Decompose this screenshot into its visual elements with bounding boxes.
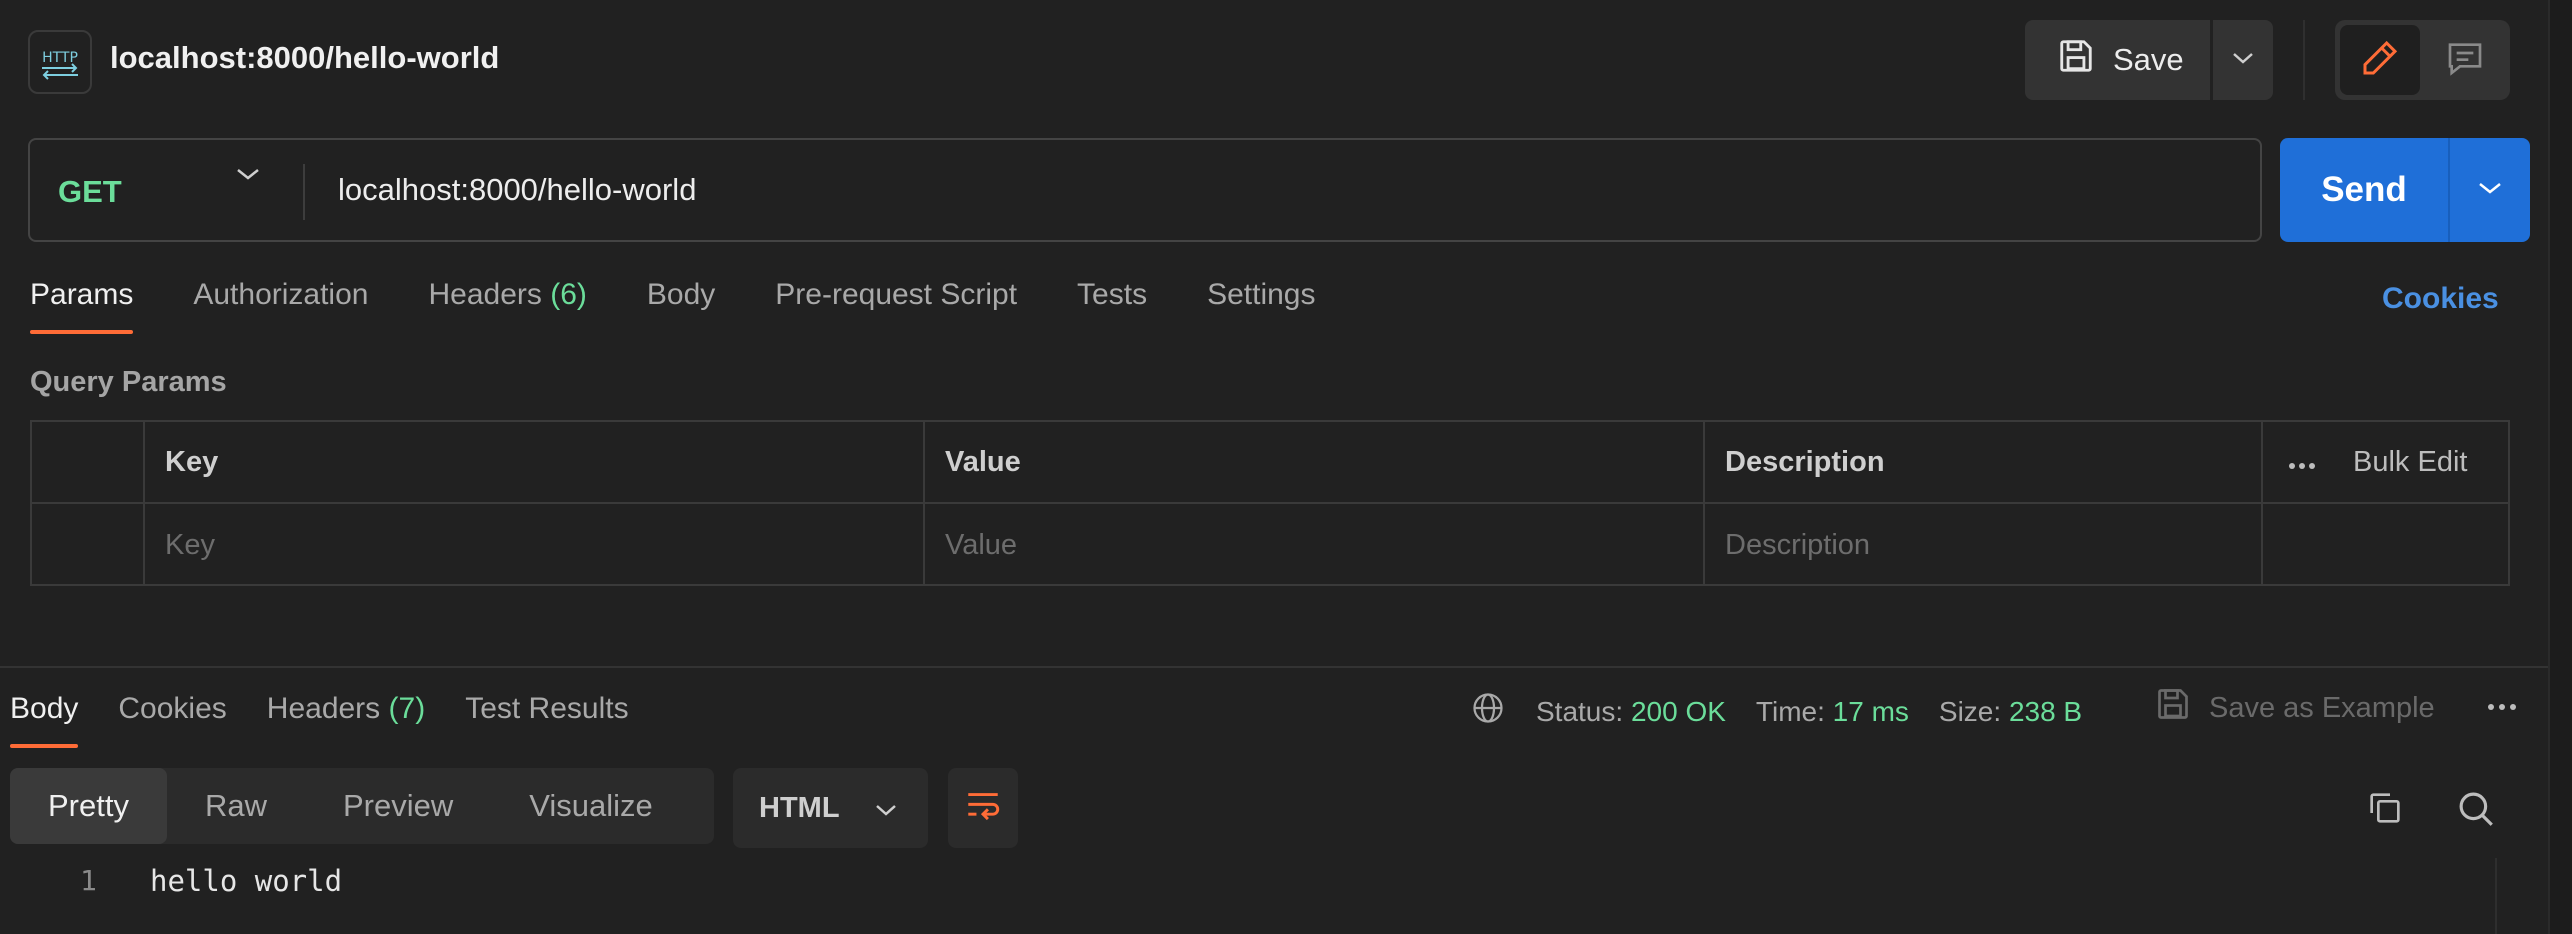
status-info[interactable]: Status: 200 OK — [1536, 696, 1726, 728]
table-actions: Bulk Edit — [2263, 422, 2508, 502]
headers-count: (6) — [550, 278, 587, 311]
cookies-link[interactable]: Cookies — [2382, 282, 2499, 316]
column-header-key: Key — [145, 422, 925, 502]
tab-tests[interactable]: Tests — [1077, 278, 1147, 334]
chevron-down-icon[interactable] — [235, 166, 261, 187]
header-divider — [2303, 20, 2305, 100]
format-select[interactable]: HTML — [733, 768, 928, 848]
edit-mode-button[interactable] — [2340, 25, 2420, 95]
query-params-title: Query Params — [30, 366, 227, 398]
column-header-value: Value — [925, 422, 1705, 502]
save-label: Save — [2113, 42, 2184, 77]
save-icon — [2155, 686, 2191, 730]
response-tabs: Body Cookies Headers (7) Test Results — [10, 692, 629, 748]
pencil-icon — [2360, 38, 2400, 83]
column-header-description: Description — [1705, 422, 2263, 502]
size-info[interactable]: Size: 238 B — [1939, 696, 2082, 728]
more-options-icon[interactable] — [2287, 446, 2317, 479]
row-checkbox-cell — [32, 504, 145, 586]
time-info[interactable]: Time: 17 ms — [1756, 696, 1909, 728]
comments-mode-button[interactable] — [2426, 25, 2506, 95]
more-options-icon[interactable] — [2485, 700, 2519, 718]
response-body-line: hello world — [150, 864, 343, 898]
save-as-example-button[interactable]: Save as Example — [2155, 686, 2435, 730]
response-divider[interactable] — [0, 666, 2550, 668]
save-button[interactable]: Save — [2025, 20, 2210, 100]
tab-pre-request-script[interactable]: Pre-request Script — [775, 278, 1017, 334]
table-header-row: Key Value Description Bulk Edit — [32, 422, 2508, 504]
save-options-dropdown[interactable] — [2213, 20, 2273, 100]
response-status-bar: Status: 200 OK Time: 17 ms Size: 238 B — [1470, 690, 2082, 733]
window-right-edge — [2548, 0, 2572, 934]
size-value: 238 B — [2008, 695, 2083, 727]
value-input[interactable]: Value — [925, 504, 1705, 586]
wrap-lines-icon — [963, 788, 1003, 829]
table-checkbox-column — [32, 422, 145, 502]
tab-headers[interactable]: Headers (6) — [428, 278, 586, 334]
send-button-group: Send — [2280, 138, 2530, 242]
row-actions-cell — [2263, 504, 2508, 586]
comment-icon — [2445, 38, 2485, 83]
method-label: GET — [58, 174, 122, 209]
format-label: HTML — [759, 791, 840, 824]
view-tab-visualize[interactable]: Visualize — [491, 768, 691, 844]
request-tabs: Params Authorization Headers (6) Body Pr… — [30, 278, 1315, 334]
response-tab-headers[interactable]: Headers (7) — [267, 692, 425, 748]
view-tab-pretty[interactable]: Pretty — [10, 768, 167, 844]
view-tab-raw[interactable]: Raw — [167, 768, 305, 844]
query-params-table: Key Value Description Bulk Edit Key Valu… — [30, 420, 2510, 586]
key-input[interactable]: Key — [145, 504, 925, 586]
response-tab-body[interactable]: Body — [10, 692, 79, 748]
send-button[interactable]: Send — [2280, 138, 2450, 242]
chevron-down-icon — [2231, 51, 2255, 70]
status-value: 200 OK — [1630, 695, 1726, 727]
http-request-icon: HTTP — [28, 30, 92, 94]
url-bar: GET localhost:8000/hello-world — [28, 138, 2262, 242]
word-wrap-button[interactable] — [948, 768, 1018, 848]
mode-toggle[interactable] — [2335, 20, 2510, 100]
response-view-tabs: Pretty Raw Preview Visualize — [10, 768, 714, 844]
tab-authorization[interactable]: Authorization — [193, 278, 368, 334]
description-input[interactable]: Description — [1705, 504, 2263, 586]
response-tab-cookies[interactable]: Cookies — [118, 692, 226, 748]
request-title[interactable]: localhost:8000/hello-world — [110, 40, 499, 76]
url-input[interactable]: localhost:8000/hello-world — [338, 172, 696, 208]
globe-icon[interactable] — [1470, 690, 1506, 733]
editor-scrollbar-edge — [2495, 858, 2497, 934]
tab-settings[interactable]: Settings — [1207, 278, 1315, 334]
table-row: Key Value Description — [32, 504, 2508, 586]
tab-params[interactable]: Params — [30, 278, 134, 334]
method-select[interactable]: GET — [30, 164, 305, 220]
search-icon[interactable] — [2455, 788, 2497, 835]
copy-icon[interactable] — [2365, 788, 2405, 833]
time-value: 17 ms — [1832, 695, 1909, 727]
view-tab-preview[interactable]: Preview — [305, 768, 491, 844]
send-options-dropdown[interactable] — [2450, 138, 2530, 242]
chevron-down-icon — [2477, 180, 2503, 201]
tab-body[interactable]: Body — [647, 278, 715, 334]
response-tab-test-results[interactable]: Test Results — [465, 692, 628, 748]
response-headers-count: (7) — [388, 692, 426, 725]
bulk-edit-button[interactable]: Bulk Edit — [2353, 446, 2467, 479]
line-number: 1 — [80, 864, 97, 897]
save-icon — [2057, 37, 2095, 83]
save-as-example-label: Save as Example — [2209, 691, 2435, 724]
chevron-down-icon — [874, 792, 898, 825]
